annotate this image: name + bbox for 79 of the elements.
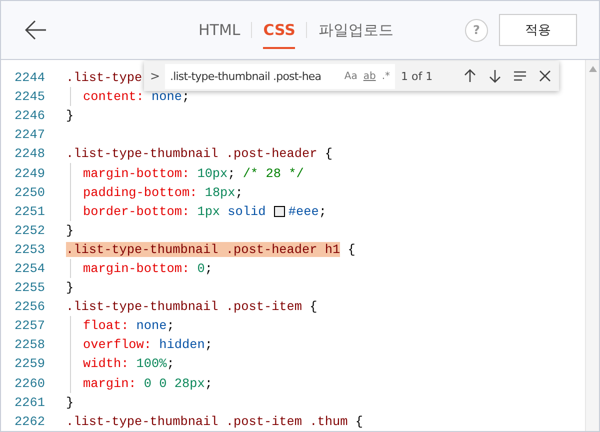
line-number: 2248 bbox=[14, 146, 45, 162]
code-token: 1px bbox=[196, 204, 220, 219]
code-token: padding-bottom: bbox=[83, 184, 198, 200]
line-number: 2258 bbox=[14, 337, 45, 352]
scrollbar[interactable] bbox=[585, 60, 599, 431]
code-token: .list-type bbox=[66, 70, 142, 86]
line-number: 2249 bbox=[14, 166, 45, 181]
code-token: border-bottom: bbox=[83, 204, 190, 219]
line-number: 2261 bbox=[14, 394, 45, 410]
code-token: none bbox=[135, 318, 167, 334]
line-number: 2260 bbox=[14, 376, 45, 391]
line-number: 2246 bbox=[14, 108, 45, 124]
code-token: 18px bbox=[204, 184, 236, 200]
match-case-toggle[interactable]: Aa bbox=[344, 70, 358, 82]
code-token: ; bbox=[166, 318, 174, 334]
code-token: 0 0 28px bbox=[142, 376, 205, 391]
code-token: } bbox=[66, 222, 74, 238]
editor-tab[interactable]: CSS bbox=[263, 11, 296, 49]
line-number: 2254 bbox=[14, 260, 45, 276]
code-token: margin-bottom: bbox=[83, 166, 190, 181]
code-token: ; bbox=[204, 260, 212, 276]
code-token: ; bbox=[166, 356, 174, 372]
up-arrow-icon[interactable] bbox=[462, 68, 478, 84]
apply-button[interactable]: 적용 bbox=[499, 14, 577, 46]
code-token: float: bbox=[83, 318, 129, 334]
line-number: 2259 bbox=[14, 356, 45, 372]
line-number: 2244 bbox=[14, 70, 45, 86]
code-token: ; bbox=[318, 204, 326, 219]
code-token: ; bbox=[182, 89, 190, 104]
code-token: ; bbox=[204, 337, 212, 352]
line-number: 2245 bbox=[14, 89, 45, 104]
expand-toggle[interactable]: > bbox=[148, 69, 162, 83]
line-number: 2252 bbox=[14, 222, 45, 238]
code-token: { bbox=[346, 242, 356, 257]
down-arrow-icon[interactable] bbox=[487, 68, 503, 84]
code-token: ; bbox=[228, 166, 236, 181]
code-token: 100% bbox=[135, 356, 167, 372]
code-token: { bbox=[354, 414, 363, 429]
code-token: /* 28 */ bbox=[242, 166, 304, 181]
line-number: 2255 bbox=[14, 280, 45, 296]
close-icon[interactable] bbox=[537, 68, 553, 84]
code-token: none bbox=[150, 89, 182, 104]
whole-word-toggle[interactable]: ab bbox=[363, 70, 376, 82]
code-token: margin-bottom: bbox=[83, 260, 190, 276]
code-token: 0 bbox=[196, 260, 205, 276]
line-number: 2262 bbox=[14, 414, 45, 429]
line-number: 2253 bbox=[14, 242, 45, 257]
code-token: #eee bbox=[288, 204, 319, 219]
code-token: width: bbox=[83, 356, 129, 372]
code-token: 10px bbox=[196, 166, 228, 181]
regex-toggle[interactable]: .* bbox=[382, 70, 390, 82]
code-token: content: bbox=[83, 89, 144, 104]
line-number: 2251 bbox=[14, 204, 45, 219]
search-match: .list-type-thumbnail .post-header h1 bbox=[66, 242, 340, 257]
code-token: solid bbox=[226, 204, 267, 219]
code-token: .list-type-thumbnail .post-header bbox=[66, 146, 318, 162]
editor-tab[interactable]: HTML bbox=[198, 11, 240, 49]
find-field[interactable]: .list-type-thumbnail .post-hea Aa ab .* bbox=[165, 64, 395, 88]
code-token: .list-type-thumbnail .post-item .thum bbox=[66, 414, 348, 429]
color-swatch[interactable] bbox=[274, 206, 286, 217]
code-token: margin: bbox=[83, 376, 136, 391]
code-token: } bbox=[66, 394, 74, 410]
editor-tab[interactable]: 파일업로드 bbox=[318, 10, 394, 50]
code-token: } bbox=[66, 280, 74, 296]
code-token: overflow: bbox=[83, 337, 152, 352]
code-token: { bbox=[324, 146, 332, 162]
line-number: 2250 bbox=[14, 184, 45, 200]
match-count: 1 of 1 bbox=[401, 70, 434, 82]
code-token: hidden bbox=[158, 337, 205, 352]
line-number: 2247 bbox=[14, 127, 45, 142]
code-token: } bbox=[66, 108, 74, 124]
code-token: ; bbox=[204, 376, 212, 391]
code-token: .list-type-thumbnail .post-item bbox=[66, 299, 302, 314]
back-arrow-icon[interactable] bbox=[25, 20, 47, 40]
line-number: 2256 bbox=[14, 299, 45, 314]
line-number: 2257 bbox=[14, 318, 45, 334]
code-token: ; bbox=[235, 184, 243, 200]
help-button[interactable]: ? bbox=[465, 18, 488, 42]
code-token: { bbox=[308, 299, 318, 314]
